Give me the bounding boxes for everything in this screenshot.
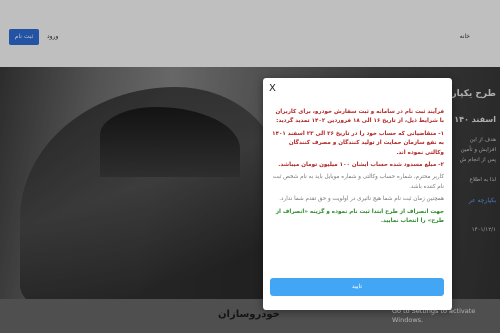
announcement-modal: X فرآیند ثبت نام در سامانه و ثبت سفارش خ… xyxy=(263,78,452,310)
modal-paragraph: جهت انصراف از طرح ابتدا ثبت نام نموده و … xyxy=(275,208,444,225)
activate-windows-watermark: Activate Windows Go to Settings to activ… xyxy=(392,298,500,325)
watermark-line: Activate Windows xyxy=(392,298,450,306)
modal-body: فرآیند ثبت نام در سامانه و ثبت سفارش خود… xyxy=(271,108,444,226)
modal-paragraph: همچنین زمان ثبت نام شما هیچ تاثیری در او… xyxy=(279,196,444,203)
modal-paragraph: کاربر محترم، شماره حساب وکالتی و شماره م… xyxy=(272,174,444,190)
modal-paragraph: فرآیند ثبت نام در سامانه و ثبت سفارش خود… xyxy=(275,109,444,125)
modal-paragraph: ۱- متقاضیانی که حساب خود را در تاریخ ۲۶ … xyxy=(272,130,444,156)
watermark-line: Go to Settings to activate Windows. xyxy=(392,307,476,324)
confirm-button[interactable]: تایید xyxy=(270,278,444,296)
modal-paragraph: ۲- مبلغ مسدود شده حساب ایشان ۱۰۰ میلیون … xyxy=(278,162,444,169)
close-icon[interactable]: X xyxy=(269,83,276,95)
